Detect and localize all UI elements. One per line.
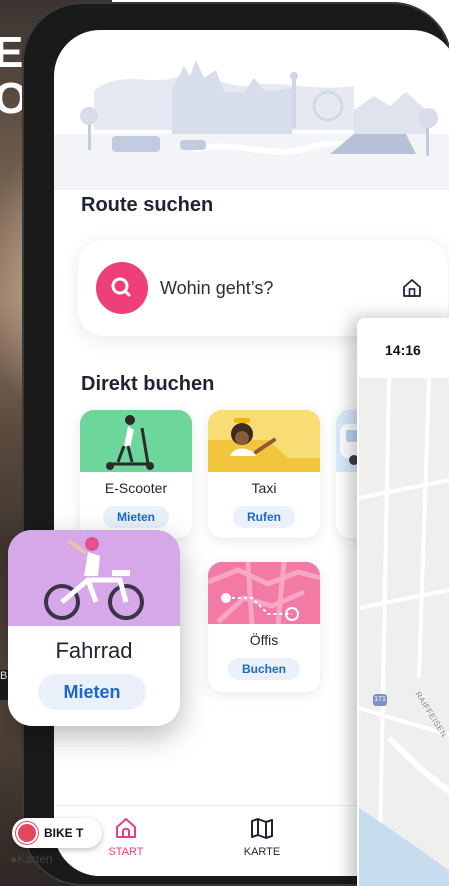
tile-label: Öffis xyxy=(249,632,279,648)
oeffis-book-button[interactable]: Buchen xyxy=(227,658,301,680)
taxi-illustration xyxy=(208,410,320,472)
tile-e-scooter[interactable]: E-Scooter Mieten xyxy=(80,410,192,538)
bike-station-pin-icon xyxy=(16,822,38,844)
map-attribution-text: Karten xyxy=(17,852,53,866)
tile-label: E-Scooter xyxy=(104,480,168,496)
search-icon xyxy=(111,277,131,297)
booking-section-title: Direkt buchen xyxy=(81,373,215,395)
search-button[interactable] xyxy=(96,262,148,314)
bike-station-pill[interactable]: BIKE T xyxy=(12,818,102,848)
taxi-call-button[interactable]: Rufen xyxy=(233,506,295,528)
tile-label: Taxi xyxy=(251,480,277,496)
destination-input[interactable] xyxy=(160,274,360,302)
status-time: 14:16 xyxy=(385,342,421,358)
nav-karte-label: KARTE xyxy=(243,846,281,858)
route-section-title: Route suchen xyxy=(81,194,214,216)
home-icon xyxy=(116,818,136,838)
featured-bike-card[interactable]: Fahrrad Mieten xyxy=(8,530,180,726)
transit-map-illustration xyxy=(208,562,320,624)
bicycle-illustration xyxy=(8,530,180,626)
map-icon xyxy=(251,818,273,839)
skyline-illustration xyxy=(54,60,449,190)
nav-start-label: START xyxy=(108,846,144,858)
map-screenshot: 14:16 171 RAIFFEISEN xyxy=(357,318,449,886)
bike-rent-button[interactable]: Mieten xyxy=(38,674,146,710)
nav-karte[interactable]: KARTE xyxy=(222,816,302,858)
map-attribution: ●Karten xyxy=(10,852,53,866)
map-view[interactable] xyxy=(359,378,449,886)
featured-bike-label: Fahrrad xyxy=(55,638,133,663)
home-icon[interactable] xyxy=(400,276,424,300)
road-number-badge: 171 xyxy=(373,694,387,706)
e-scooter-rent-button[interactable]: Mieten xyxy=(102,506,170,528)
bike-station-label: BIKE T xyxy=(44,826,84,840)
tile-oeffis[interactable]: Öffis Buchen xyxy=(208,562,320,692)
tile-taxi[interactable]: Taxi Rufen xyxy=(208,410,320,538)
e-scooter-illustration xyxy=(80,410,192,472)
